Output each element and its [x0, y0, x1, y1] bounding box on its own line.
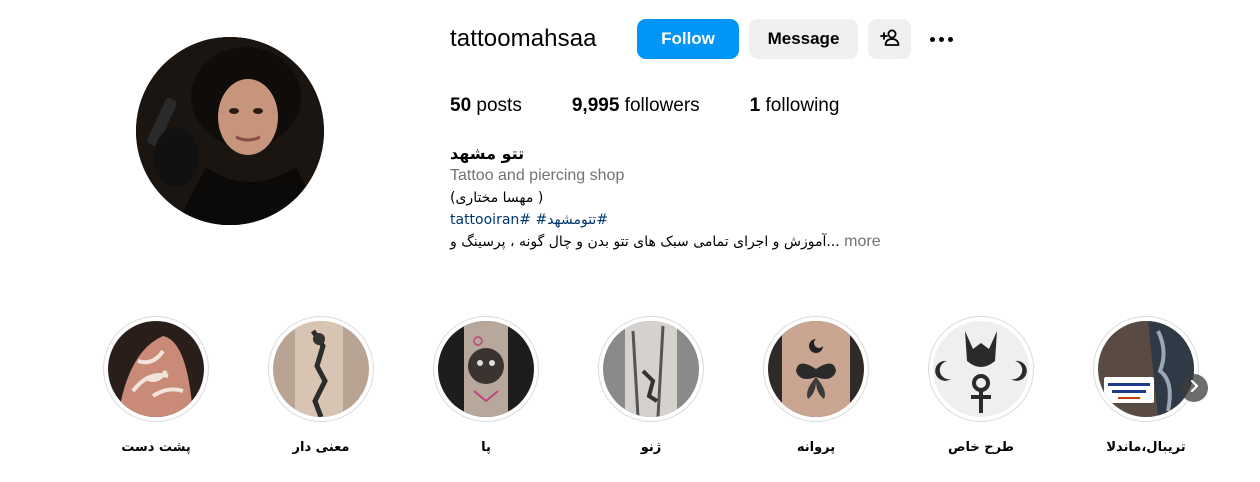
- highlight-item[interactable]: معنی دار: [268, 316, 374, 455]
- suggested-users-button[interactable]: [868, 19, 911, 59]
- posts-stat: 50 posts: [450, 95, 522, 117]
- followers-label: followers: [619, 95, 700, 116]
- profile-username: tattoomahsaa: [450, 25, 597, 52]
- dot: [938, 36, 944, 42]
- highlight-item[interactable]: ژنو: [598, 316, 704, 455]
- profile-stats: 50 posts 9,995 followers 1 following: [450, 95, 889, 117]
- bio-description: آموزش و اجرای تمامی سبک های تتو بدن و چا…: [450, 234, 840, 250]
- highlight-item[interactable]: طرح خاص: [928, 316, 1034, 455]
- highlight-cover: [108, 321, 204, 417]
- highlight-ring: [103, 316, 209, 422]
- highlight-cover: [768, 321, 864, 417]
- highlight-label: طرح خاص: [948, 440, 1014, 455]
- bio-display-name: تتو مشهد: [450, 144, 525, 163]
- highlight-label: پروانه: [796, 440, 836, 455]
- highlight-cover: [438, 321, 534, 417]
- highlight-ring: [598, 316, 704, 422]
- profile-bio: تتو مشهد Tattoo and piercing shop (مهسا …: [450, 143, 970, 253]
- dot: [929, 36, 935, 42]
- followers-stat[interactable]: 9,995 followers: [572, 95, 700, 117]
- highlight-label: تریبال،ماندلا: [1106, 440, 1186, 455]
- highlight-cover: [1098, 321, 1194, 417]
- following-count: 1: [749, 95, 761, 116]
- highlight-ring: [763, 316, 869, 422]
- bio-category: Tattoo and piercing shop: [450, 167, 625, 184]
- dot: [947, 36, 953, 42]
- highlight-cover: [273, 321, 369, 417]
- following-stat[interactable]: 1 following: [750, 95, 840, 117]
- story-highlights: پشت دست معنی دار پا ژنو پروانه طرح خاص ت…: [0, 316, 1260, 466]
- profile-avatar[interactable]: [136, 37, 324, 225]
- highlight-ring: [928, 316, 1034, 422]
- posts-label: posts: [471, 95, 522, 116]
- highlight-label: پا: [481, 440, 491, 455]
- bio-more-link[interactable]: more: [844, 233, 880, 250]
- highlight-cover: [603, 321, 699, 417]
- highlight-label: معنی دار: [292, 440, 350, 455]
- bio-fullname: (مهسا مختاری ): [450, 190, 544, 206]
- bio-hashtags[interactable]: tattooiran# #تتومشهد#: [450, 209, 970, 231]
- person-add-icon: [879, 28, 900, 51]
- highlight-item[interactable]: پروانه: [763, 316, 869, 455]
- more-options-button[interactable]: [924, 24, 958, 54]
- chevron-right-icon: [1189, 379, 1199, 397]
- highlight-label: پشت دست: [121, 440, 191, 455]
- highlight-cover: [933, 321, 1029, 417]
- message-button[interactable]: Message: [749, 19, 858, 59]
- highlight-ring: [1093, 316, 1199, 422]
- bio-description-row: آموزش و اجرای تمامی سبک های تتو بدن و چا…: [450, 231, 970, 253]
- followers-count: 9,995: [571, 95, 620, 116]
- highlight-label: ژنو: [640, 440, 662, 455]
- highlights-next-button[interactable]: [1180, 374, 1208, 402]
- highlight-ring: [268, 316, 374, 422]
- highlight-item[interactable]: پشت دست: [103, 316, 209, 455]
- highlight-ring: [433, 316, 539, 422]
- posts-count: 50: [450, 95, 472, 116]
- follow-button[interactable]: Follow: [637, 19, 739, 59]
- following-label: following: [760, 95, 840, 116]
- highlight-item[interactable]: پا: [433, 316, 539, 455]
